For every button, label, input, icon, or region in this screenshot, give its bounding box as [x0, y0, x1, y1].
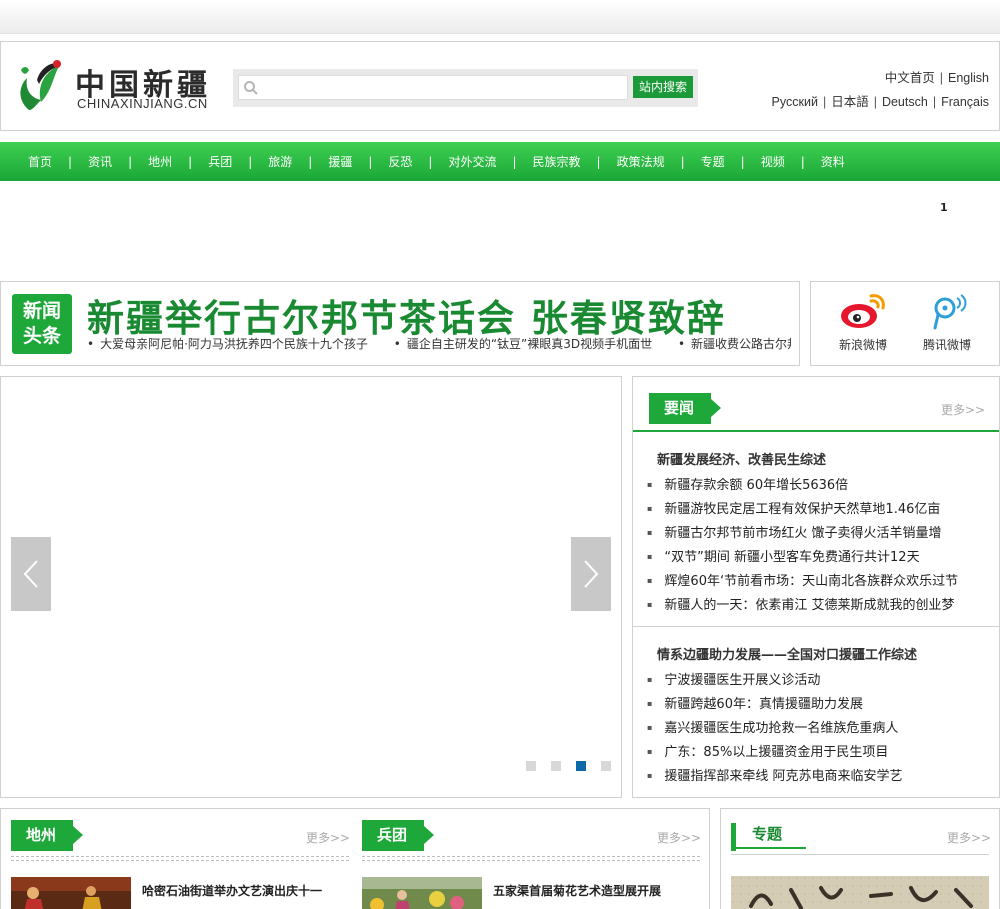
lang-link-japanese[interactable]: 日本語	[831, 95, 869, 109]
prefectures-headline[interactable]: 哈密石油街道举办文艺演出庆十一	[142, 882, 322, 899]
group-divider	[633, 626, 999, 627]
headline-ticker: 大爱母亲阿尼帕·阿力马洪抚养四个民族十九个孩子 疆企自主研发的“钛豆”裸眼真3D…	[87, 335, 791, 352]
tencent-weibo-icon	[933, 294, 967, 330]
lang-link-english[interactable]: English	[948, 71, 989, 85]
news-item[interactable]: 广东：85%以上援疆资金用于民生项目	[647, 740, 987, 764]
tencent-weibo-label: 腾讯微博	[922, 338, 971, 352]
news-item[interactable]: 援疆指挥部来牵线 阿克苏电商来临安学艺	[647, 764, 987, 788]
section-divider	[633, 430, 999, 432]
news-list-1: 新疆存款余额 60年增长5636倍 新疆游牧民定居工程有效保护天然草地1.46亿…	[647, 473, 987, 617]
corps-headline[interactable]: 五家渠首届菊花艺术造型展开展	[493, 882, 661, 899]
nav-item-home[interactable]: 首页	[28, 153, 52, 170]
nav-item-antiterror[interactable]: 反恐	[388, 153, 412, 170]
prefectures-thumbnail[interactable]	[11, 877, 131, 909]
nav-item-news[interactable]: 资讯	[88, 153, 112, 170]
search-bar: 站内搜索	[233, 69, 698, 107]
news-item[interactable]: 新疆人的一天：依素甫江 艾德莱斯成就我的创业梦	[647, 593, 987, 617]
news-list-2: 宁波援疆医生开展义诊活动 新疆跨越60年：真情援疆助力发展 嘉兴援疆医生成功抢救…	[647, 668, 987, 788]
news-item[interactable]: 嘉兴援疆医生成功抢救一名维族危重病人	[647, 716, 987, 740]
headline-title[interactable]: 新疆举行古尔邦节茶话会 张春贤致辞	[87, 288, 726, 342]
topics-more-link[interactable]: 更多>>	[947, 829, 991, 846]
site-search-button[interactable]: 站内搜索	[633, 76, 693, 98]
logo-english-text: CHINAXINJIANG.CN	[77, 96, 208, 111]
lang-row-1: 中文首页 | English	[884, 71, 989, 85]
nav-item-aid[interactable]: 援疆	[328, 153, 352, 170]
topics-banner-image[interactable]	[731, 876, 989, 909]
site-logo[interactable]: 中国新疆 CHINAXINJIANG.CN	[15, 58, 215, 118]
language-links: 中文首页 | English Русский | 日本語 | Deutsch | Françai…	[772, 66, 989, 114]
corps-tab[interactable]: 兵团	[362, 820, 434, 851]
headline-badge: 新闻 头条	[12, 294, 72, 354]
nav-item-corps[interactable]: 兵团	[208, 153, 232, 170]
topics-section: 专题 更多>>	[720, 808, 1000, 909]
key-news-more-link[interactable]: 更多>>	[941, 401, 985, 418]
key-news-tab[interactable]: 要闻	[649, 393, 721, 424]
nav-item-ethnic-religion[interactable]: 民族宗教	[533, 153, 581, 170]
site-header: 中国新疆 CHINAXINJIANG.CN 站内搜索 中文首页 | English …	[0, 41, 1000, 131]
news-item[interactable]: 新疆存款余额 60年增长5636倍	[647, 473, 987, 497]
prefectures-more-link[interactable]: 更多>>	[306, 829, 350, 846]
nav-item-video[interactable]: 视频	[761, 153, 785, 170]
lang-link-french[interactable]: Français	[941, 95, 989, 109]
key-news-box: 要闻 更多>> 新疆发展经济、改善民生综述 新疆存款余额 60年增长5636倍 …	[632, 376, 1000, 798]
search-input[interactable]	[238, 75, 628, 100]
news-item[interactable]: 宁波援疆医生开展义诊活动	[647, 668, 987, 692]
slider-dot-active[interactable]	[576, 761, 586, 771]
news-item[interactable]: 辉煌60年‘节前看市场：天山南北各族群众欢乐过节	[647, 569, 987, 593]
prefectures-tab[interactable]: 地州	[11, 820, 83, 851]
nav-item-prefectures[interactable]: 地州	[148, 153, 172, 170]
crane-logo-icon	[20, 60, 61, 110]
corps-thumbnail[interactable]	[362, 877, 482, 909]
slider-prev-button[interactable]	[11, 537, 51, 611]
headline-badge-line2: 头条	[22, 325, 61, 347]
ticker-item[interactable]: 新疆收费公路古尔邦节	[678, 337, 791, 351]
slider-dot[interactable]	[601, 761, 611, 771]
nav-item-policy[interactable]: 政策法规	[617, 153, 665, 170]
dashed-divider	[11, 856, 349, 861]
image-slider	[0, 376, 622, 798]
lang-link-russian[interactable]: Русский	[772, 95, 818, 109]
topics-divider	[731, 854, 989, 855]
lang-row-2: Русский | 日本語 | Deutsch | Français	[771, 95, 989, 109]
news-item[interactable]: “双节”期间 新疆小型客车免费通行共计12天	[647, 545, 987, 569]
news-group-title-1[interactable]: 新疆发展经济、改善民生综述	[657, 449, 826, 468]
news-item[interactable]: 新疆跨越60年：真情援疆助力发展	[647, 692, 987, 716]
slider-dots	[526, 761, 626, 771]
lang-link-chinese-home[interactable]: 中文首页	[885, 71, 935, 85]
sina-weibo-link[interactable]: 新浪微博	[833, 290, 893, 353]
nav-item-topics[interactable]: 专题	[701, 153, 725, 170]
search-icon	[244, 81, 258, 95]
corps-more-link[interactable]: 更多>>	[657, 829, 701, 846]
ticker-item[interactable]: 大爱母亲阿尼帕·阿力马洪抚养四个民族十九个孩子	[87, 337, 368, 351]
lang-link-german[interactable]: Deutsch	[882, 95, 928, 109]
news-item[interactable]: 新疆游牧民定居工程有效保护天然草地1.46亿亩	[647, 497, 987, 521]
banner-page-number[interactable]: 1	[940, 201, 948, 214]
weibo-box: 新浪微博 腾讯微博	[810, 281, 1000, 366]
chevron-left-icon	[23, 560, 38, 588]
nav-item-foreign-exchange[interactable]: 对外交流	[448, 153, 496, 170]
tencent-weibo-link[interactable]: 腾讯微博	[917, 290, 977, 353]
slider-dot[interactable]	[526, 761, 536, 771]
sina-weibo-icon	[841, 294, 885, 328]
chevron-right-icon	[584, 560, 599, 588]
nav-item-resources[interactable]: 资料	[821, 153, 845, 170]
topics-underline	[731, 847, 806, 849]
news-item[interactable]: 新疆古尔邦节前市场红火 馓子卖得火活羊销量增	[647, 521, 987, 545]
main-nav: 首页 | 资讯 | 地州 | 兵团 | 旅游 | 援疆 | 反恐 | 对外交流 | 民族宗教 | …	[0, 142, 1000, 181]
sina-weibo-label: 新浪微博	[838, 338, 887, 352]
top-strip	[0, 0, 1000, 34]
headline-box: 新闻 头条 新疆举行古尔邦节茶话会 张春贤致辞 大爱母亲阿尼帕·阿力马洪抚养四个…	[0, 281, 800, 366]
ticker-item[interactable]: 疆企自主研发的“钛豆”裸眼真3D视频手机面世	[394, 337, 652, 351]
slider-dot[interactable]	[551, 761, 561, 771]
regional-sections: 地州 更多>> 哈密石油街道举办文艺演出庆十一 兵团 更多>> 五家渠首届菊花艺…	[0, 808, 710, 909]
news-group-title-2[interactable]: 情系边疆助力发展——全国对口援疆工作综述	[657, 644, 917, 663]
headline-badge-line1: 新闻	[22, 300, 61, 322]
slider-next-button[interactable]	[571, 537, 611, 611]
dashed-divider	[362, 856, 700, 861]
nav-item-travel[interactable]: 旅游	[268, 153, 292, 170]
